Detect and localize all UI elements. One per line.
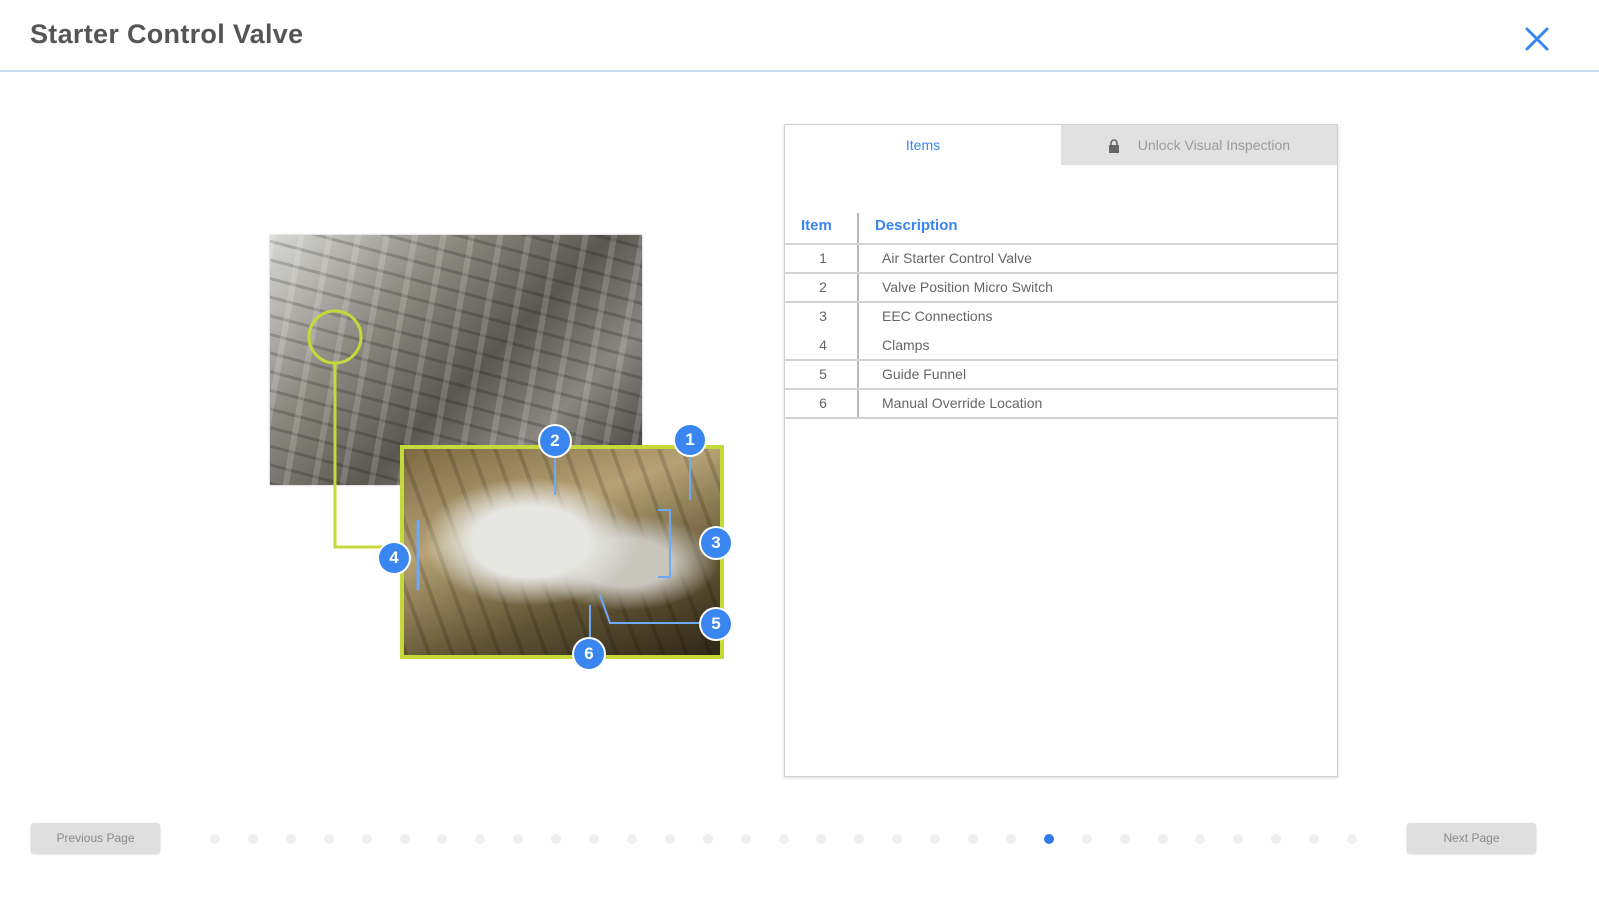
table-row: 2 Valve Position Micro Switch bbox=[785, 274, 1337, 303]
page-dot[interactable] bbox=[551, 834, 562, 844]
page-dot[interactable] bbox=[399, 834, 410, 844]
item-description: Manual Override Location bbox=[882, 395, 1043, 411]
previous-page-button[interactable]: Previous Page bbox=[31, 823, 160, 853]
table-header: Item Description bbox=[785, 213, 1337, 245]
table-row: 4 Clamps bbox=[785, 332, 1337, 361]
table-row: 5 Guide Funnel bbox=[785, 361, 1337, 390]
item-description: Clamps bbox=[882, 337, 930, 353]
page-dot[interactable] bbox=[1119, 834, 1130, 844]
table-row: 3 EEC Connections bbox=[785, 303, 1337, 332]
marker-3[interactable]: 3 bbox=[701, 528, 731, 558]
page-dot[interactable] bbox=[513, 834, 524, 844]
page-dot[interactable] bbox=[816, 834, 827, 844]
highlight-circle bbox=[307, 309, 363, 365]
items-table: Item Description 1 Air Starter Control V… bbox=[785, 213, 1337, 419]
page-dot[interactable] bbox=[285, 834, 296, 844]
next-page-button[interactable]: Next Page bbox=[1407, 823, 1536, 853]
table-row: 1 Air Starter Control Valve bbox=[785, 245, 1337, 274]
page-dot[interactable] bbox=[702, 834, 713, 844]
page-title: Starter Control Valve bbox=[30, 19, 304, 49]
items-panel: Items Unlock Visual Inspection Item Desc… bbox=[784, 124, 1338, 777]
tab-unlock-visual-inspection[interactable]: Unlock Visual Inspection bbox=[1061, 125, 1337, 165]
item-description: Air Starter Control Valve bbox=[882, 250, 1032, 266]
lock-icon bbox=[1108, 139, 1119, 153]
page-dot[interactable] bbox=[892, 834, 903, 844]
marker-4[interactable]: 4 bbox=[379, 543, 409, 573]
page-dot[interactable] bbox=[1005, 834, 1016, 844]
column-divider bbox=[857, 213, 859, 243]
close-icon[interactable] bbox=[1522, 24, 1552, 54]
item-number: 3 bbox=[819, 308, 827, 324]
page-dot[interactable] bbox=[589, 834, 599, 844]
page-dot[interactable] bbox=[1309, 834, 1320, 844]
column-header-item: Item bbox=[801, 217, 832, 234]
tab-items-label: Items bbox=[905, 137, 941, 153]
callout-lines bbox=[307, 309, 700, 645]
connector-line bbox=[333, 363, 395, 549]
page-dot[interactable] bbox=[210, 834, 220, 844]
item-number: 5 bbox=[819, 366, 827, 382]
item-number: 2 bbox=[819, 279, 827, 295]
page-dot[interactable] bbox=[247, 834, 258, 844]
page-dot[interactable] bbox=[930, 834, 941, 844]
page-dot[interactable] bbox=[1157, 834, 1168, 844]
page-dot[interactable] bbox=[1081, 834, 1092, 844]
column-header-description: Description bbox=[875, 217, 958, 234]
item-number: 4 bbox=[819, 337, 827, 353]
page-dot[interactable] bbox=[1195, 834, 1206, 844]
page-dot[interactable] bbox=[664, 834, 675, 844]
tab-items[interactable]: Items bbox=[785, 125, 1061, 165]
pagination-dots bbox=[210, 832, 1370, 846]
marker-5[interactable]: 5 bbox=[701, 609, 731, 639]
page-dot[interactable] bbox=[740, 834, 751, 844]
tab-unlock-label: Unlock Visual Inspection bbox=[1137, 137, 1291, 153]
marker-6[interactable]: 6 bbox=[574, 639, 604, 669]
item-description: Valve Position Micro Switch bbox=[882, 279, 1053, 295]
header-bar: Starter Control Valve bbox=[0, 0, 1599, 72]
marker-1[interactable]: 1 bbox=[675, 425, 705, 455]
table-row: 6 Manual Override Location bbox=[785, 390, 1337, 419]
item-description: EEC Connections bbox=[882, 308, 993, 324]
page-dot[interactable] bbox=[778, 834, 789, 844]
item-number: 6 bbox=[819, 395, 827, 411]
page-dot[interactable] bbox=[626, 834, 637, 844]
item-description: Guide Funnel bbox=[882, 366, 967, 382]
page-dot[interactable] bbox=[1233, 834, 1244, 844]
page-dot[interactable] bbox=[854, 834, 865, 844]
page-dot[interactable] bbox=[968, 834, 978, 844]
page-dot[interactable] bbox=[323, 834, 334, 844]
component-figure: 1 2 3 4 5 6 bbox=[260, 225, 750, 675]
page-dot[interactable] bbox=[475, 834, 486, 844]
page-dot[interactable] bbox=[1347, 834, 1357, 844]
item-number: 1 bbox=[819, 250, 827, 266]
page-dot[interactable] bbox=[361, 834, 372, 844]
page-dot[interactable] bbox=[1043, 834, 1054, 844]
page-dot[interactable] bbox=[1271, 834, 1282, 844]
marker-2[interactable]: 2 bbox=[540, 426, 570, 456]
page-dot[interactable] bbox=[437, 834, 448, 844]
